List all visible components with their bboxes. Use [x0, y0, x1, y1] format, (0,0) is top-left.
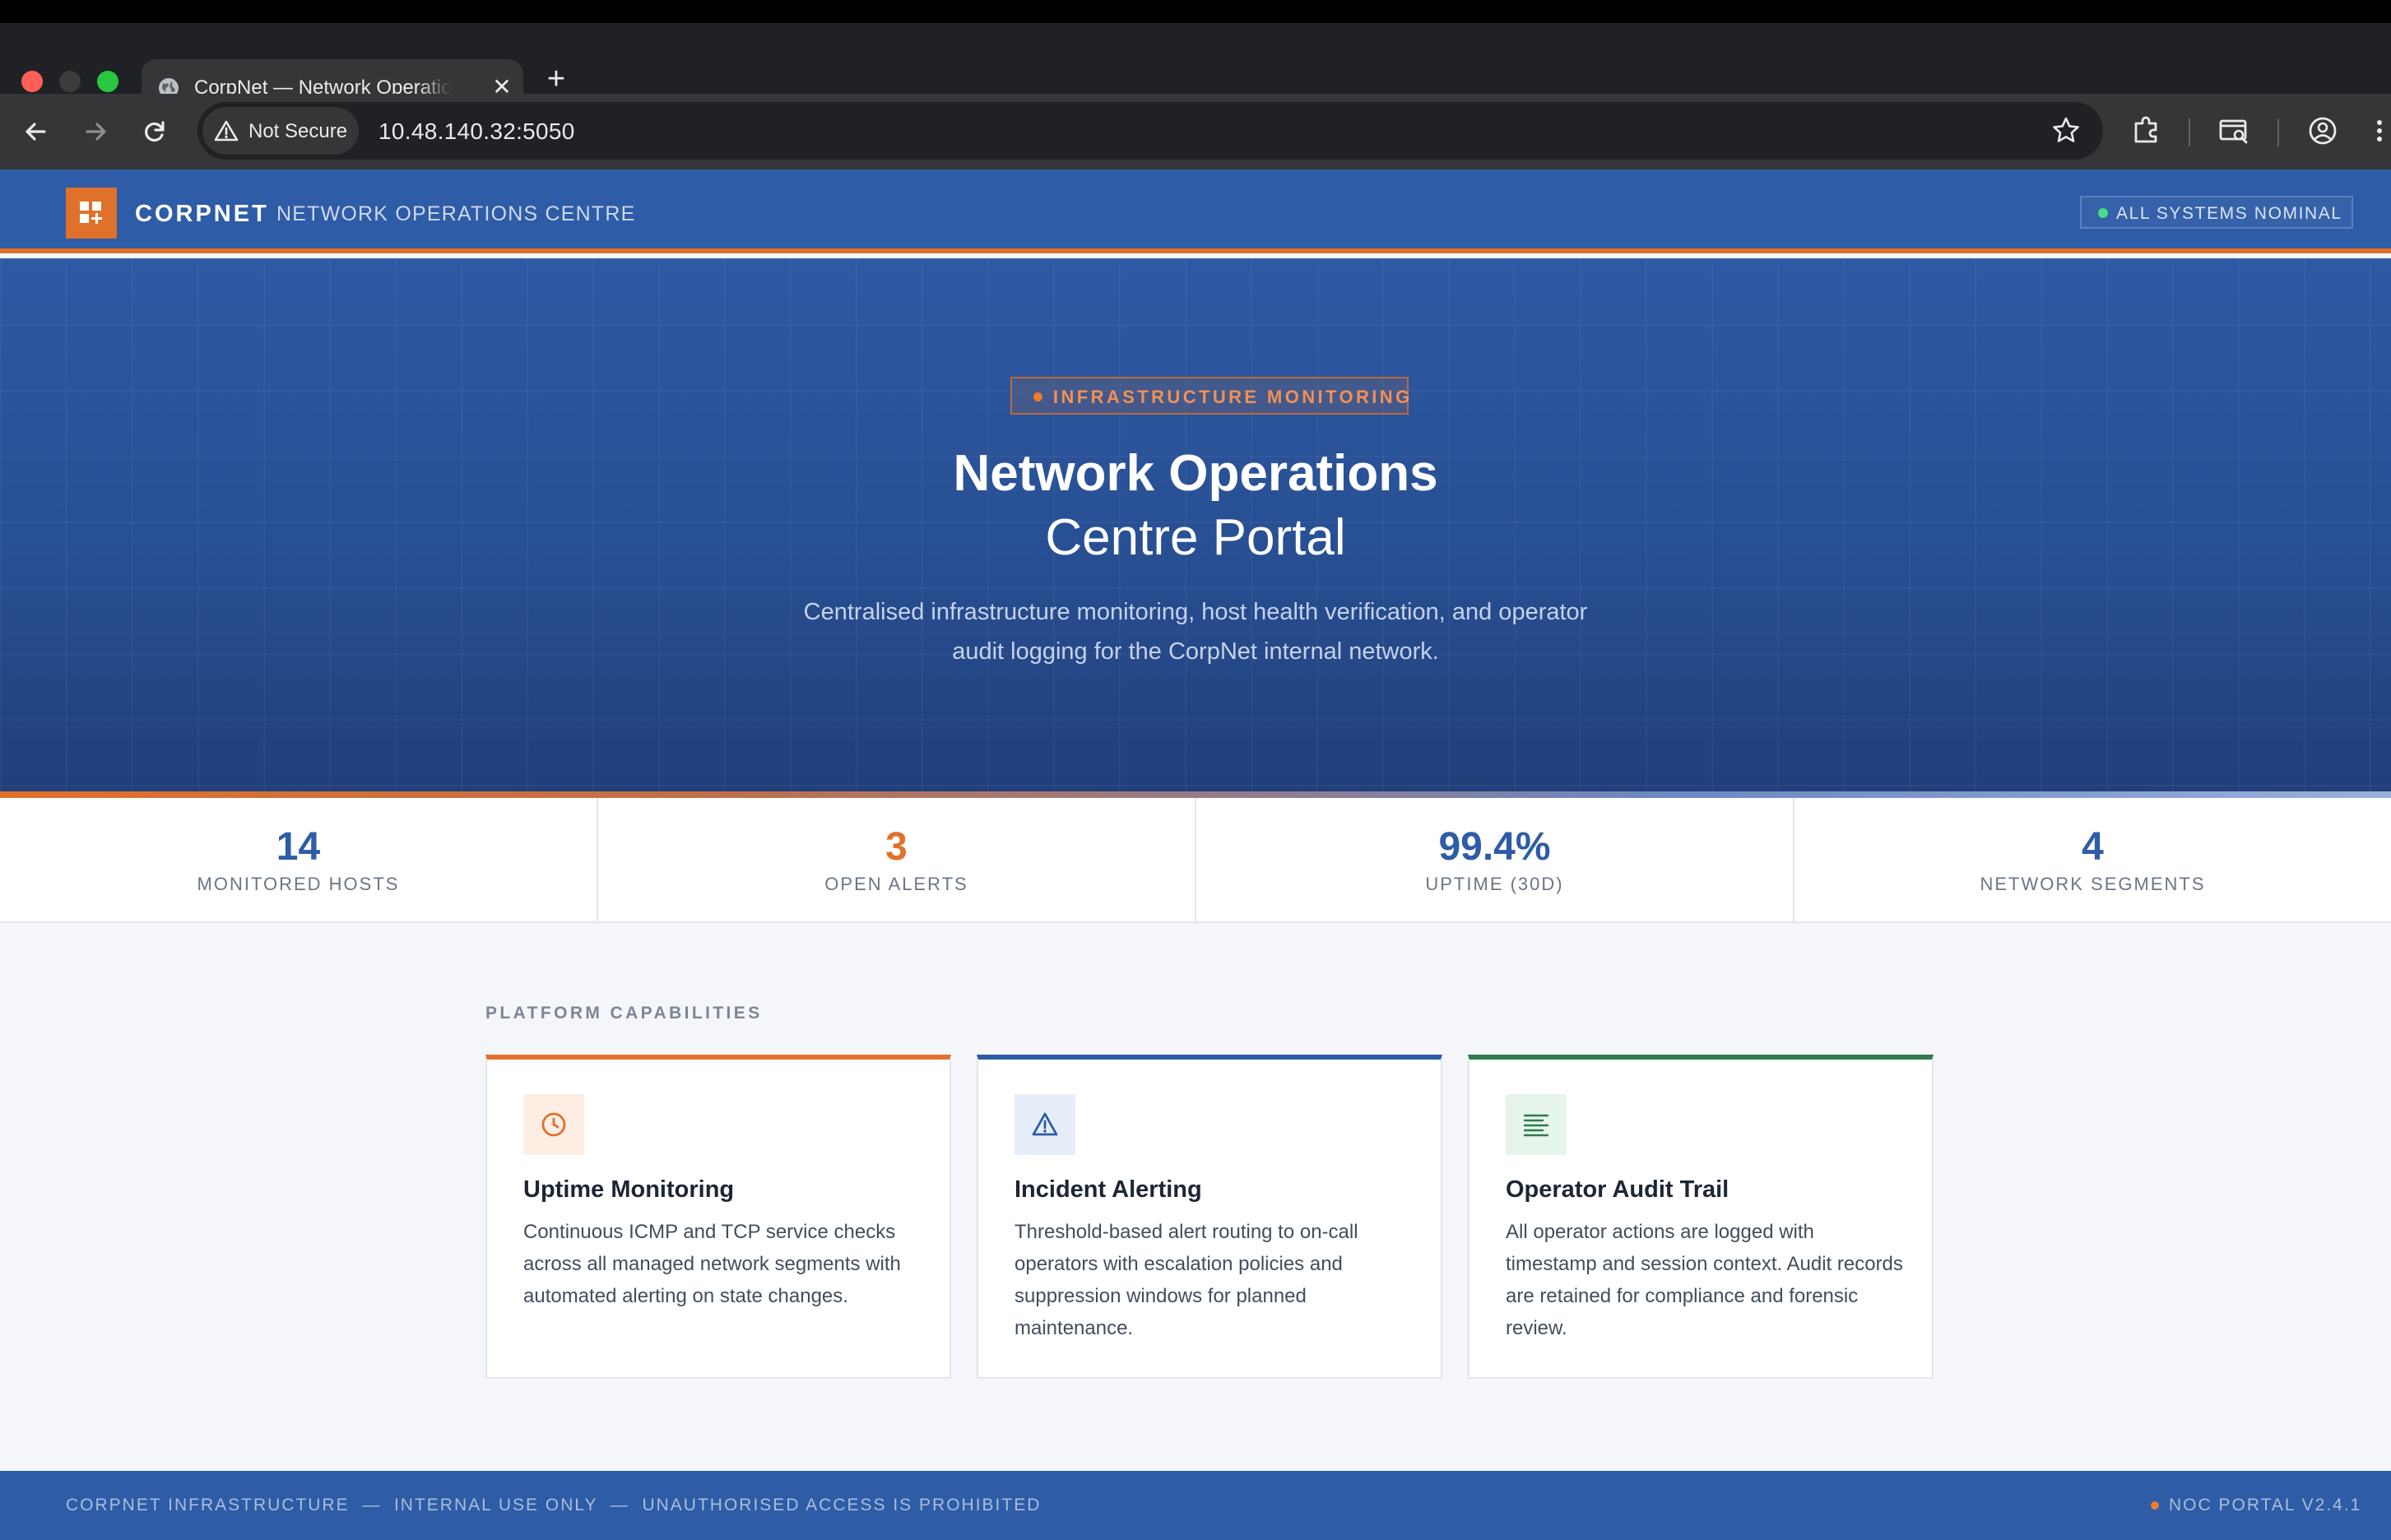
footer-notice: CORPNET INFRASTRUCTURE — INTERNAL USE ON…: [66, 1496, 1042, 1514]
browser-toolbar: Not Secure 10.48.140.32:5050: [0, 94, 2391, 169]
hero-title-line1: Network Operations: [953, 445, 1438, 502]
stat-value: 3: [885, 825, 908, 869]
maximize-window-button[interactable]: [97, 71, 118, 92]
window-top-strip: [0, 0, 2391, 23]
stat-network-segments: 4 NETWORK SEGMENTS: [1794, 798, 2391, 921]
card-title: Uptime Monitoring: [523, 1176, 735, 1203]
footer-version: NOC PORTAL V2.4.1: [2169, 1496, 2362, 1514]
stat-monitored-hosts: 14 MONITORED HOSTS: [0, 798, 598, 921]
card-description: Threshold-based alert routing to on-call…: [1014, 1221, 1358, 1339]
toolbar-separator: [2189, 118, 2190, 146]
card-title: Operator Audit Trail: [1506, 1176, 1729, 1203]
system-status-text: ALL SYSTEMS NOMINAL: [2116, 204, 2342, 223]
extensions-icon[interactable]: [2126, 110, 2167, 151]
browser-tab-bar: CorpNet — Network Operations Centre Port…: [0, 23, 2391, 117]
hero-badge: INFRASTRUCTURE MONITORING: [1010, 377, 1409, 415]
stat-label: OPEN ALERTS: [824, 874, 968, 894]
stat-open-alerts: 3 OPEN ALERTS: [598, 798, 1196, 921]
card-icon-box: [1506, 1094, 1567, 1155]
close-window-button[interactable]: [21, 71, 43, 92]
stat-label: UPTIME (30D): [1425, 874, 1564, 894]
forward-icon[interactable]: [76, 112, 115, 151]
status-indicator-dot: [2098, 208, 2108, 218]
stat-label: MONITORED HOSTS: [197, 874, 400, 894]
grid-plus-icon: [80, 202, 102, 224]
card-icon-box: [1014, 1094, 1075, 1155]
badge-dot: [1033, 392, 1042, 401]
card-description: All operator actions are logged with tim…: [1506, 1221, 1903, 1339]
site-header: CORPNET NETWORK OPERATIONS CENTRE ALL SY…: [0, 169, 2391, 253]
brand-name[interactable]: CORPNET: [135, 201, 269, 228]
stats-bar: 14 MONITORED HOSTS 3 OPEN ALERTS 99.4% U…: [0, 798, 2391, 923]
card-description: Continuous ICMP and TCP service checks a…: [523, 1221, 901, 1307]
stat-uptime: 99.4% UPTIME (30D): [1196, 798, 1794, 921]
stat-value: 4: [2082, 825, 2104, 869]
footer-dot: [2151, 1501, 2159, 1510]
tab-search-icon[interactable]: [2213, 110, 2254, 151]
section-title: PLATFORM CAPABILITIES: [485, 1004, 763, 1023]
url-text[interactable]: 10.48.140.32:5050: [378, 118, 575, 145]
hero-section: INFRASTRUCTURE MONITORING Network Operat…: [0, 258, 2391, 791]
stat-label: NETWORK SEGMENTS: [1980, 874, 2206, 894]
address-bar[interactable]: Not Secure 10.48.140.32:5050: [197, 102, 2103, 160]
stat-value: 99.4%: [1438, 825, 1551, 869]
capability-card-audit: Operator Audit Trail All operator action…: [1468, 1055, 1934, 1379]
hero-accent-bar: [0, 791, 2391, 798]
security-chip-label: Not Secure: [248, 120, 348, 142]
card-title: Incident Alerting: [1014, 1176, 1202, 1203]
security-chip[interactable]: Not Secure: [202, 107, 359, 155]
hero-badge-text: INFRASTRUCTURE MONITORING: [1053, 387, 1413, 407]
hero-title-line2: Centre Portal: [1045, 509, 1346, 566]
capability-card-alerting: Incident Alerting Threshold-based alert …: [977, 1055, 1442, 1379]
more-menu-icon[interactable]: [2361, 110, 2386, 151]
stat-value: 14: [276, 825, 321, 869]
warning-icon: [214, 120, 239, 141]
brand-subtitle: NETWORK OPERATIONS CENTRE: [276, 202, 636, 225]
capability-card-uptime: Uptime Monitoring Continuous ICMP and TC…: [485, 1055, 951, 1379]
card-icon-box: [523, 1094, 584, 1155]
site-footer: CORPNET INFRASTRUCTURE — INTERNAL USE ON…: [0, 1471, 2391, 1540]
clock-icon: [541, 1112, 566, 1137]
system-status-badge: ALL SYSTEMS NOMINAL: [2080, 196, 2353, 229]
warning-icon: [1032, 1112, 1058, 1136]
toolbar-separator: [2277, 118, 2279, 146]
hero-description: Centralised infrastructure monitoring, h…: [803, 599, 1588, 665]
reload-icon[interactable]: [135, 112, 174, 151]
profile-icon[interactable]: [2302, 110, 2343, 151]
minimize-window-button[interactable]: [59, 71, 81, 92]
back-icon[interactable]: [16, 112, 56, 151]
corpnet-logo[interactable]: [66, 188, 117, 239]
list-icon: [1523, 1114, 1549, 1137]
new-tab-button[interactable]: +: [540, 63, 573, 95]
bookmark-star-icon[interactable]: [2049, 114, 2083, 148]
